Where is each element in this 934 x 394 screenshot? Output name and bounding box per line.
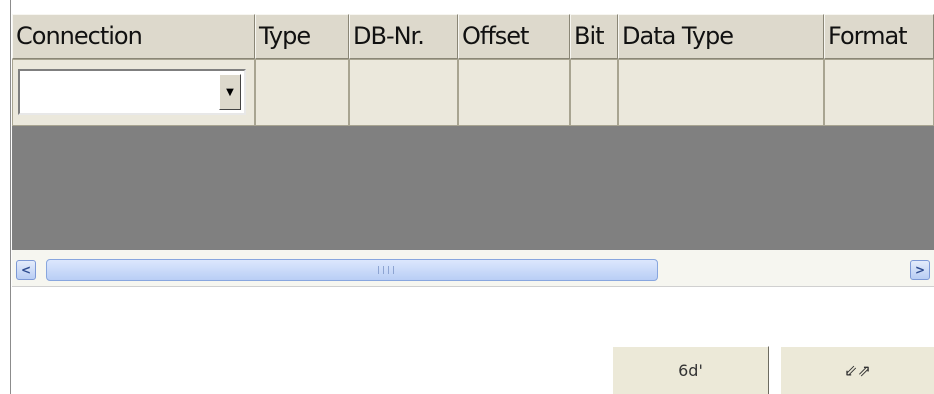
- scroll-thumb[interactable]: [46, 259, 658, 281]
- window-frame: [10, 0, 11, 394]
- column-header-type[interactable]: Type: [255, 14, 349, 59]
- swap-button[interactable]: ⇙⇗: [780, 346, 934, 394]
- type-cell[interactable]: [255, 59, 349, 126]
- scroll-right-button[interactable]: >: [910, 260, 930, 280]
- scroll-left-button[interactable]: <: [16, 260, 36, 280]
- column-header-data-type[interactable]: Data Type: [618, 14, 824, 59]
- glasses-icon: 6d': [678, 361, 703, 380]
- table-row: ▼: [12, 59, 934, 126]
- swap-arrows-icon: ⇙⇗: [844, 361, 871, 380]
- table-header: Connection Type DB-Nr. Offset Bit Data T…: [12, 14, 934, 59]
- chevron-down-icon: ▼: [226, 86, 234, 98]
- column-header-db-nr[interactable]: DB-Nr.: [349, 14, 458, 59]
- offset-cell[interactable]: [458, 59, 570, 126]
- horizontal-scrollbar[interactable]: < >: [12, 250, 934, 287]
- format-cell[interactable]: [824, 59, 934, 126]
- table-empty-area: [12, 126, 934, 250]
- column-header-offset[interactable]: Offset: [458, 14, 570, 59]
- column-header-connection[interactable]: Connection: [12, 14, 255, 59]
- connection-cell: ▼: [12, 59, 255, 126]
- data-type-cell[interactable]: [618, 59, 824, 126]
- grip-icon: [378, 266, 394, 274]
- column-header-bit[interactable]: Bit: [570, 14, 618, 59]
- arrow-right-icon: >: [914, 263, 926, 277]
- column-header-format[interactable]: Format: [824, 14, 934, 59]
- arrow-left-icon: <: [20, 263, 32, 277]
- dropdown-button[interactable]: ▼: [219, 74, 241, 110]
- bit-cell[interactable]: [570, 59, 618, 126]
- connection-combobox[interactable]: ▼: [18, 69, 246, 115]
- db-nr-cell[interactable]: [349, 59, 458, 126]
- view-button[interactable]: 6d': [612, 346, 769, 394]
